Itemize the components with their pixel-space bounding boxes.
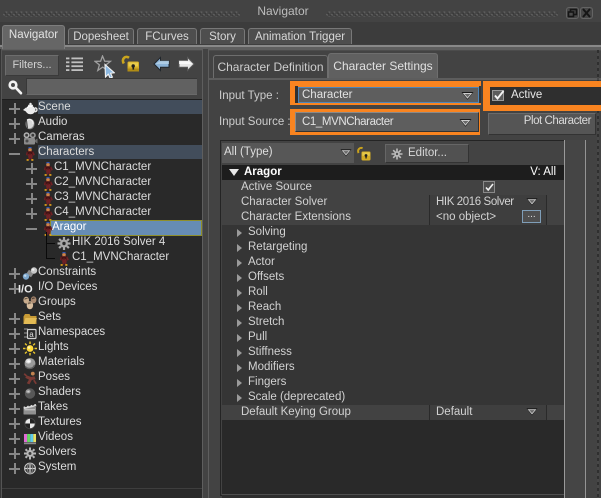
- svg-text:I/O: I/O: [18, 284, 33, 296]
- svg-text:a: a: [29, 330, 34, 339]
